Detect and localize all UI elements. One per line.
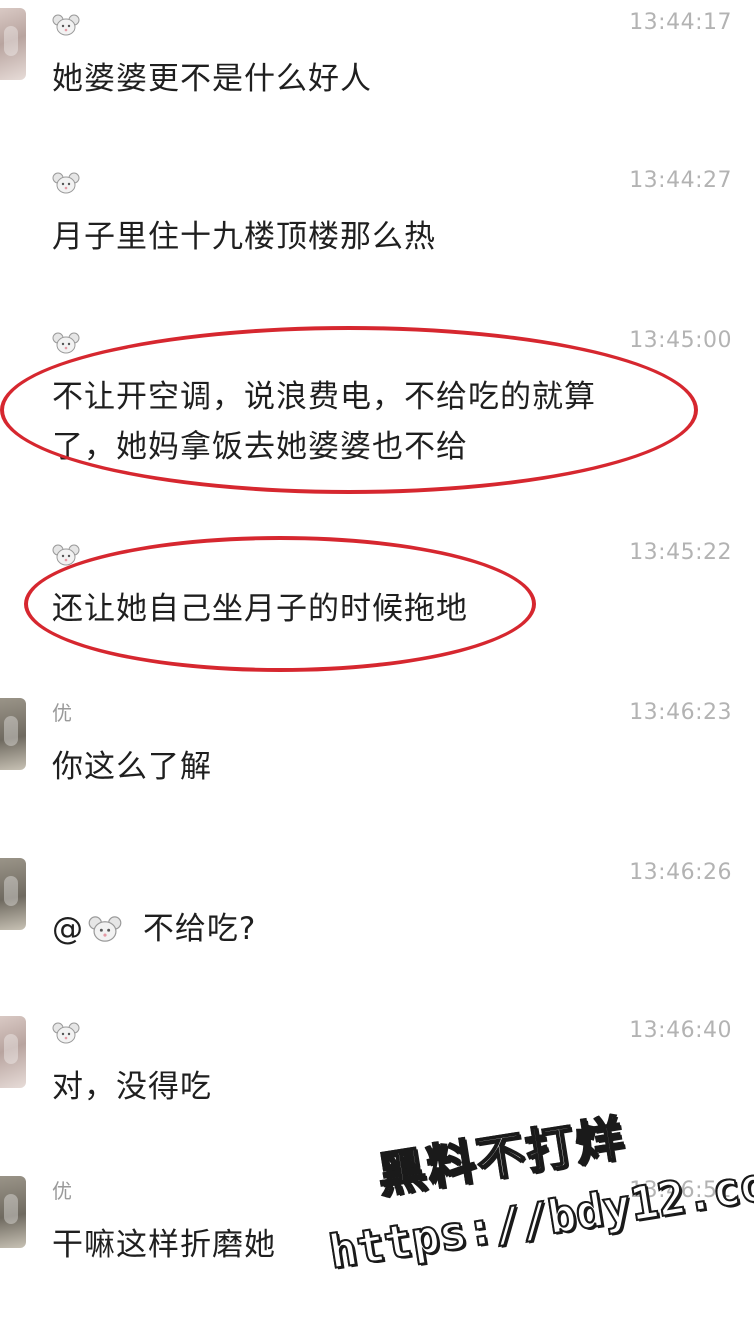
chat-message: 13:44:27 月子里住十九楼顶楼那么热 [0, 166, 754, 266]
avatar[interactable] [0, 1016, 26, 1088]
message-time: 13:46:26 [629, 860, 732, 885]
sender-mouse-emoji-icon [52, 8, 80, 38]
mouse-emoji-icon [52, 14, 80, 35]
message-text: @ 不给吃? [52, 904, 692, 954]
message-time: 13:46:40 [629, 1018, 732, 1043]
mouse-emoji-icon [52, 172, 80, 193]
mention[interactable]: @ [52, 904, 122, 954]
sender-mouse-emoji-icon [52, 538, 80, 568]
message-time: 13:44:27 [629, 168, 732, 193]
mouse-emoji-icon [52, 1022, 80, 1043]
message-text: 不让开空调，说浪费电，不给吃的就算 了，她妈拿饭去她婆婆也不给 [52, 372, 692, 472]
sender-mouse-emoji-icon [52, 166, 80, 196]
message-text: 干嘛这样折磨她 [52, 1227, 276, 1263]
message-text: 还让她自己坐月子的时候拖地 [52, 591, 468, 627]
message-text-line-1: 不让开空调，说浪费电，不给吃的就算 [52, 379, 596, 415]
chat-message: 13:46:40 对，没得吃 [0, 1016, 754, 1116]
mouse-emoji-icon [52, 544, 80, 565]
chat-message: 13:45:22 还让她自己坐月子的时候拖地 [0, 538, 754, 638]
chat-message: 优 13:46:51 干嘛这样折磨她 [0, 1176, 754, 1276]
mouse-emoji-icon [88, 916, 122, 942]
avatar[interactable] [0, 8, 26, 80]
message-time: 13:46:51 [629, 1178, 732, 1203]
sender-name: 优 [52, 701, 72, 725]
chat-message-list: 13:44:17 她婆婆更不是什么好人 13:44:27 月子里住十九楼顶楼那么… [0, 0, 754, 1280]
sender-name: 优 [52, 1179, 72, 1203]
message-time: 13:45:22 [629, 540, 732, 565]
chat-message: 13:44:17 她婆婆更不是什么好人 [0, 8, 754, 108]
message-text: 她婆婆更不是什么好人 [52, 61, 372, 97]
avatar[interactable] [0, 858, 26, 930]
message-text: 月子里住十九楼顶楼那么热 [52, 219, 436, 255]
chat-message: 13:46:26 @ 不给吃? [0, 858, 754, 968]
message-text-line-2: 了，她妈拿饭去她婆婆也不给 [52, 429, 468, 465]
sender-mouse-emoji-icon [52, 326, 80, 356]
mouse-emoji-icon [52, 332, 80, 353]
avatar[interactable] [0, 1176, 26, 1248]
sender-mouse-emoji-icon [52, 1016, 80, 1046]
mention-at: @ [52, 911, 84, 947]
message-text: 你这么了解 [52, 749, 212, 785]
message-text: 对，没得吃 [52, 1069, 212, 1105]
message-text-body: 不给吃? [142, 911, 257, 947]
message-time: 13:46:23 [629, 700, 732, 725]
message-time: 13:44:17 [629, 10, 732, 35]
chat-message: 优 13:46:23 你这么了解 [0, 698, 754, 798]
avatar[interactable] [0, 698, 26, 770]
message-time: 13:45:00 [629, 328, 732, 353]
chat-message: 13:45:00 不让开空调，说浪费电，不给吃的就算 了，她妈拿饭去她婆婆也不给 [0, 326, 754, 476]
